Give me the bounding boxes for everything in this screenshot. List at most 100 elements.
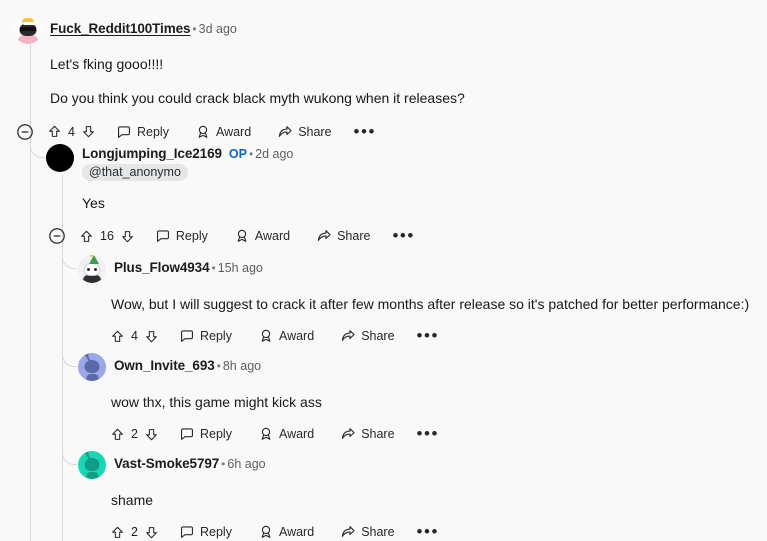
avatar[interactable] [14,16,42,44]
comment-bubble-icon [181,526,193,539]
comment-actions: 16 Reply Award Share ••• [48,227,754,245]
downvote-button[interactable] [120,229,135,244]
comment-author-link[interactable]: Fuck_Reddit100Times [50,21,191,36]
share-button[interactable]: Share [277,124,332,140]
comment-author-link[interactable]: Plus_Flow4934 [114,260,210,275]
downvote-icon [83,126,94,138]
comment-header: Fuck_Reddit100Times • 3d ago [14,16,754,44]
collapse-button[interactable] [16,123,34,141]
upvote-icon [81,230,92,242]
comment-c1: Fuck_Reddit100Times • 3d ago Let's fking… [14,16,754,141]
avatar[interactable] [78,255,106,283]
downvote-button[interactable] [144,427,159,442]
upvote-icon [49,125,60,137]
comment-author-link[interactable]: Longjumping_Ice2169 [82,146,222,161]
award-button[interactable]: Award [195,124,251,140]
comment-c4: Own_Invite_693 • 8h ago wow thx, this ga… [78,353,758,442]
share-icon [342,330,355,342]
share-label: Share [361,525,395,540]
share-button[interactable]: Share [316,228,370,244]
comment-body: Yes [82,193,754,213]
upvote-button[interactable] [110,427,125,442]
award-button[interactable]: Award [234,228,290,244]
comment-bubble-icon [156,230,169,243]
comment-c3: Plus_Flow4934 • 15h ago Wow, but I will … [78,255,758,344]
share-label: Share [298,124,332,139]
award-label: Award [278,329,315,344]
upvote-icon [112,428,123,440]
comment-timestamp: 3d ago [198,21,237,36]
comment-timestamp: 6h ago [227,456,266,471]
more-options-button[interactable]: ••• [392,227,414,244]
share-icon [279,125,292,137]
share-button[interactable]: Share [340,524,395,540]
comment-paragraph: Wow, but I will suggest to crack it afte… [111,296,750,312]
vote-count: 2 [131,525,138,540]
vote-group: 2 [110,427,159,442]
reply-label: Reply [200,427,232,442]
more-options-button[interactable]: ••• [417,523,439,540]
comment-author-link[interactable]: Vast-Smoke5797 [114,456,219,471]
upvote-button[interactable] [79,229,94,244]
comment-paragraph: wow thx, this game might kick ass [111,394,322,410]
thread-elbow-c4 [62,351,77,367]
award-icon [261,330,271,343]
award-icon [261,428,271,441]
reply-label: Reply [200,329,232,344]
comment-paragraph: Do you think you could crack black myth … [50,90,465,107]
vote-group: 4 [110,329,159,344]
upvote-button[interactable] [47,124,62,139]
op-badge: OP [228,146,247,161]
share-button[interactable]: Share [340,426,395,442]
comment-author-link[interactable]: Own_Invite_693 [114,358,215,373]
mention-chip[interactable]: @that_anonymo [82,164,188,181]
meta-separator: • [248,146,254,161]
reply-label: Reply [200,525,232,540]
meta-separator: • [221,456,226,471]
downvote-button[interactable] [144,329,159,344]
reply-button[interactable]: Reply [179,328,232,344]
comment-header: Longjumping_Ice2169 OP • 2d ago @that_an… [46,144,754,181]
upvote-button[interactable] [110,525,125,540]
comment-timestamp: 8h ago [222,358,262,373]
downvote-button[interactable] [144,525,159,540]
thread-elbow-c5 [62,449,77,465]
upvote-icon [112,526,123,538]
more-options-button[interactable]: ••• [417,425,439,442]
reply-button[interactable]: Reply [155,228,208,244]
upvote-button[interactable] [110,329,125,344]
vote-count: 16 [100,229,114,244]
downvote-icon [146,428,157,441]
reply-label: Reply [175,229,208,244]
downvote-button[interactable] [81,124,96,139]
comment-body: shame [111,490,758,510]
more-options-button[interactable]: ••• [354,123,376,140]
award-label: Award [278,427,315,442]
award-button[interactable]: Award [258,328,314,344]
comment-thread: Fuck_Reddit100Times • 3d ago Let's fking… [0,0,767,541]
collapse-button[interactable] [48,227,66,245]
avatar[interactable] [46,144,74,172]
share-label: Share [361,329,395,344]
reply-button[interactable]: Reply [179,426,232,442]
more-options-button[interactable]: ••• [417,327,439,344]
share-button[interactable]: Share [340,328,395,344]
reply-button[interactable]: Reply [116,124,169,140]
comment-actions: 2 Reply Award Share ••• [110,425,758,442]
award-icon [237,230,247,243]
reply-button[interactable]: Reply [179,524,232,540]
downvote-icon [146,526,157,539]
downvote-icon [146,330,157,343]
share-icon [342,428,355,440]
upvote-icon [112,330,123,342]
award-button[interactable]: Award [258,524,314,540]
comment-actions: 2 Reply Award Share ••• [110,523,758,540]
avatar[interactable] [78,353,106,381]
award-button[interactable]: Award [258,426,314,442]
vote-group: 2 [110,525,159,540]
avatar[interactable] [78,451,106,479]
reply-label: Reply [137,124,169,139]
share-icon [342,526,355,538]
comment-bubble-icon [181,330,193,343]
comment-c2: Longjumping_Ice2169 OP • 2d ago @that_an… [46,144,754,245]
